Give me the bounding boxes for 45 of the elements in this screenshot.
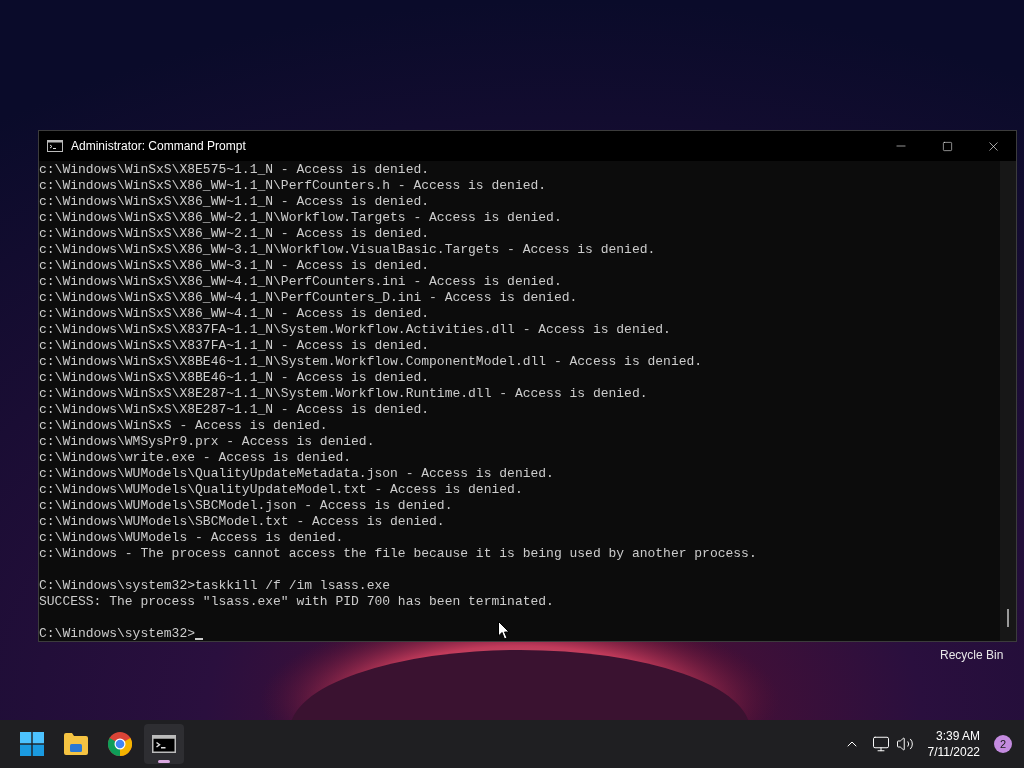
console-line: C:\Windows\system32>	[39, 626, 196, 642]
notification-count[interactable]: 2	[994, 735, 1012, 753]
console-line: c:\Windows\WinSxS\X86_WW~4.1_N\PerfCounters.ini - Access is denied.	[39, 274, 562, 290]
console-line: c:\Windows\WinSxS\X86_WW~3.1_N\Workflow.VisualBasic.Targets - Access is denied.	[39, 242, 656, 258]
active-indicator	[158, 760, 170, 763]
maximize-icon	[941, 140, 953, 152]
console-line: c:\Windows\WinSxS\X86_WW~1.1_N\PerfCounters.h - Access is denied.	[39, 178, 547, 194]
console-line: c:\Windows\WinSxS\X837FA~1.1_N - Access is denied.	[39, 338, 430, 354]
console-line: c:\Windows\WinSxS\X8BE46~1.1_N\System.Workflow.ComponentModel.dll - Access is denied.	[39, 354, 703, 370]
console-line: c:\Windows\WinSxS - Access is denied.	[39, 418, 328, 434]
console-line: c:\Windows\WUModels\SBCModel.txt - Access is denied.	[39, 514, 445, 530]
console-line: c:\Windows\WUModels\SBCModel.json - Access is denied.	[39, 498, 453, 514]
console-line: c:\Windows\write.exe - Access is denied.	[39, 450, 352, 466]
window-title: Administrator: Command Prompt	[71, 138, 246, 155]
volume-icon[interactable]	[895, 735, 914, 753]
terminal-icon	[152, 735, 176, 753]
console-line: c:\Windows\WinSxS\X86_WW~2.1_N\Workflow.Targets - Access is denied.	[39, 210, 562, 226]
windows-start-icon	[20, 732, 44, 756]
console-line: c:\Windows\WUModels - Access is denied.	[39, 530, 344, 546]
network-icon[interactable]	[871, 735, 890, 753]
folder-icon	[64, 733, 88, 755]
console-line: c:\Windows - The process cannot access the file because it is being used by another process.	[39, 546, 757, 562]
taskbar-app-button[interactable]	[144, 724, 184, 764]
clock-date[interactable]: 7/11/2022	[927, 744, 980, 760]
app-icon	[47, 140, 63, 152]
clock-time[interactable]: 3:39 AM	[935, 728, 980, 744]
scrollbar[interactable]	[1000, 161, 1016, 641]
recycle-bin-label[interactable]: Recycle Bin	[940, 646, 1004, 664]
console-line: c:\Windows\WinSxS\X86_WW~4.1_N - Access is denied.	[39, 306, 430, 322]
console-line: c:\Windows\WinSxS\X8E287~1.1_N - Access is denied.	[39, 402, 430, 418]
console-line: c:\Windows\WinSxS\X86_WW~4.1_N\PerfCounters_D.ini - Access is denied.	[39, 290, 578, 306]
browser-icon	[108, 732, 132, 756]
console-line: c:\Windows\WinSxS\X8BE46~1.1_N - Access is denied.	[39, 370, 430, 386]
console-line: SUCCESS: The process "lsass.exe" with PID 700 has been terminated.	[39, 594, 554, 610]
console-line: c:\Windows\WinSxS\X8E287~1.1_N\System.Workflow.Runtime.dll - Access is denied.	[39, 386, 648, 402]
console-line: c:\Windows\WinSxS\X837FA~1.1_N\System.Workflow.Activities.dll - Access is denied.	[39, 322, 671, 338]
scrollbar-thumb[interactable]	[1007, 609, 1009, 627]
console-line: c:\Windows\WinSxS\X86_WW~2.1_N - Access is denied.	[39, 226, 430, 242]
console-line: c:\Windows\WUModels\QualityUpdateModel.txt - Access is denied.	[39, 482, 523, 498]
console-line: c:\Windows\WMSysPr9.prx - Access is denied.	[39, 434, 375, 450]
console-line: c:\Windows\WinSxS\X8E575~1.1_N - Access is denied.	[39, 162, 430, 178]
console-line: c:\Windows\WinSxS\X86_WW~3.1_N - Access is denied.	[39, 258, 430, 274]
console-line: c:\Windows\WUModels\QualityUpdateMetadata.json - Access is denied.	[39, 466, 554, 482]
console-line: C:\Windows\system32>taskkill /f /im lsass.exe	[39, 578, 391, 594]
console-line: c:\Windows\WinSxS\X86_WW~1.1_N - Access is denied.	[39, 194, 430, 210]
